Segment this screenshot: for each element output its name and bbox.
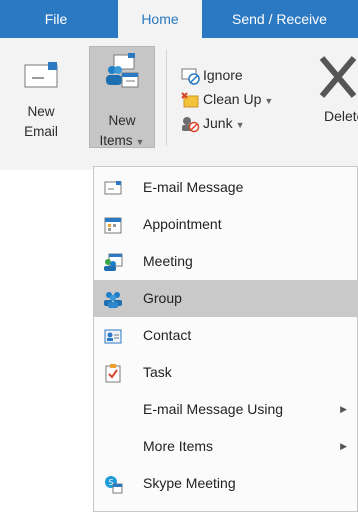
junk-icon bbox=[182, 117, 200, 133]
new-items-button[interactable]: New Items ▼ bbox=[89, 46, 155, 148]
group-icon bbox=[104, 292, 122, 308]
task-icon bbox=[105, 364, 121, 383]
ignore-label: Ignore bbox=[203, 67, 243, 83]
menu-item-label: Meeting bbox=[143, 253, 193, 269]
menu-item-label: Group bbox=[143, 290, 182, 306]
tab-send-receive[interactable]: Send / Receive bbox=[232, 0, 327, 38]
menu-item-label: Contact bbox=[143, 327, 192, 343]
menu-item-email-message-using[interactable]: E-mail Message Using ▶ bbox=[94, 391, 358, 428]
menu-item-contact[interactable]: Contact bbox=[94, 317, 358, 354]
menu-item-label: E-mail Message bbox=[143, 179, 244, 195]
tab-home[interactable]: Home bbox=[118, 0, 202, 40]
ignore-icon bbox=[181, 68, 200, 86]
menu-item-label: E-mail Message Using bbox=[143, 401, 284, 417]
menu-item-label: More Items bbox=[143, 438, 214, 454]
skype-meeting-icon: S bbox=[105, 476, 123, 494]
appointment-icon bbox=[104, 217, 122, 234]
new-items-label-2: Items ▼ bbox=[90, 131, 154, 152]
junk-label: Junk bbox=[203, 115, 233, 131]
new-items-label-2-text: Items bbox=[99, 133, 133, 148]
menu-item-appointment[interactable]: Appointment bbox=[94, 206, 358, 243]
menu-item-skype-meeting[interactable]: S Skype Meeting bbox=[94, 465, 358, 502]
chevron-down-icon: ▼ bbox=[135, 137, 145, 147]
chevron-right-icon: ▶ bbox=[340, 441, 347, 451]
junk-button[interactable]: Junk ▼ bbox=[180, 112, 245, 134]
chevron-down-icon: ▼ bbox=[264, 96, 274, 106]
ribbon-tab-bar: File Home Send / Receive bbox=[0, 0, 358, 40]
new-items-menu: E-mail Message Appointment Meeting Group… bbox=[93, 166, 358, 512]
delete-icon bbox=[319, 56, 357, 98]
menu-item-group[interactable]: Group bbox=[94, 280, 358, 317]
menu-item-label: Skype Meeting bbox=[143, 475, 236, 491]
contact-icon bbox=[104, 329, 122, 344]
ribbon-separator bbox=[166, 50, 167, 146]
menu-item-email-message[interactable]: E-mail Message bbox=[94, 169, 358, 206]
meeting-icon bbox=[104, 253, 123, 271]
clean-up-button[interactable]: Clean Up ▼ bbox=[180, 88, 273, 110]
new-email-icon bbox=[24, 62, 58, 88]
ribbon-home: New Email New Items ▼ Ignore Clean Up ▼ … bbox=[0, 38, 358, 170]
clean-up-label: Clean Up bbox=[203, 91, 262, 107]
menu-item-label: Appointment bbox=[143, 216, 222, 232]
menu-item-meeting[interactable]: Meeting bbox=[94, 243, 358, 280]
menu-item-label: Task bbox=[143, 364, 172, 380]
clean-up-icon bbox=[181, 92, 199, 108]
new-email-label-1: New bbox=[27, 104, 55, 119]
ignore-button[interactable]: Ignore bbox=[180, 64, 243, 86]
new-items-icon bbox=[106, 53, 139, 88]
menu-item-more-items[interactable]: More Items ▶ bbox=[94, 428, 358, 465]
delete-label: Delete bbox=[324, 108, 358, 124]
new-email-label-2: Email bbox=[24, 124, 58, 139]
email-message-icon bbox=[104, 181, 122, 195]
chevron-down-icon: ▼ bbox=[235, 120, 245, 130]
chevron-right-icon: ▶ bbox=[340, 404, 347, 414]
menu-item-task[interactable]: Task bbox=[94, 354, 358, 391]
tab-file[interactable]: File bbox=[0, 0, 112, 38]
new-items-label-1: New bbox=[108, 113, 136, 128]
